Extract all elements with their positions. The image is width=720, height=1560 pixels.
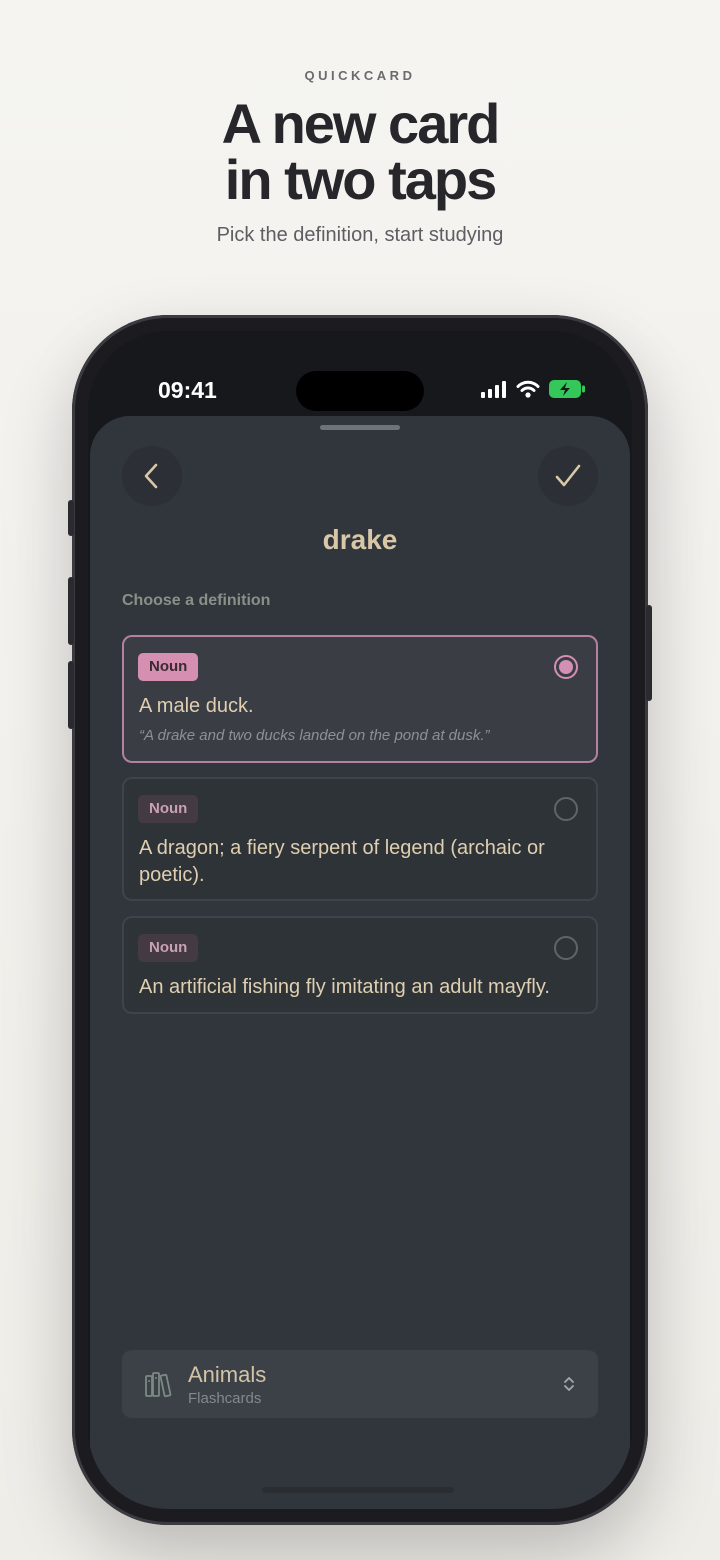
chevron-up-down-icon <box>564 1377 574 1391</box>
section-label: Choose a definition <box>122 592 271 609</box>
home-indicator[interactable] <box>262 1487 454 1493</box>
status-icons <box>480 379 586 399</box>
subhead: Pick the definition, start studying <box>216 224 504 246</box>
silent-switch <box>68 500 74 536</box>
back-button[interactable] <box>122 446 182 506</box>
checkmark-icon <box>555 464 581 487</box>
eyebrow-label: QUICKCARD <box>304 68 416 83</box>
chevron-left-icon <box>144 463 158 489</box>
part-of-speech-badge: Noun <box>138 653 199 681</box>
dynamic-island <box>296 371 424 411</box>
definition-option[interactable]: Noun A dragon; a fiery serpent of legend… <box>122 777 598 901</box>
deck-selector[interactable]: Animals Flashcards <box>122 1350 598 1418</box>
headline: A new card in two taps <box>0 96 720 208</box>
power-button <box>646 605 652 701</box>
phone-frame: 09:41 drake Choose a definition Noun A m… <box>68 315 652 1525</box>
part-of-speech-badge: Noun <box>138 795 199 823</box>
radio-selected[interactable] <box>554 655 578 679</box>
radio-unselected[interactable] <box>554 797 578 821</box>
books-icon <box>145 1372 172 1398</box>
definition-example: “A drake and two ducks landed on the pon… <box>139 727 490 744</box>
signal-icon <box>481 381 506 398</box>
battery-charging-icon <box>549 380 585 398</box>
sheet-grabber[interactable] <box>320 425 400 430</box>
wifi-icon <box>516 380 540 398</box>
phone-screen: 09:41 drake Choose a definition Noun A m… <box>88 331 632 1509</box>
headline-line-1: A new card <box>221 92 501 155</box>
definition-sheet: drake Choose a definition Noun A male du… <box>90 416 630 1509</box>
status-time: 09:41 <box>158 377 217 403</box>
definition-option[interactable]: Noun An artificial fishing fly imitating… <box>122 916 598 1014</box>
deck-name: Animals <box>188 1362 267 1387</box>
definition-text: An artificial fishing fly imitating an a… <box>139 976 550 998</box>
volume-down-button <box>68 661 74 729</box>
definition-text: A male duck. <box>139 695 254 717</box>
volume-up-button <box>68 577 74 645</box>
word-title: drake <box>322 524 398 555</box>
part-of-speech-badge: Noun <box>138 934 199 962</box>
definition-option[interactable]: Noun A male duck. “A drake and two ducks… <box>122 635 598 763</box>
headline-line-2: in two taps <box>224 148 497 211</box>
confirm-button[interactable] <box>538 446 598 506</box>
deck-type: Flashcards <box>188 1390 262 1407</box>
radio-unselected[interactable] <box>554 936 578 960</box>
definition-text: A dragon; a fiery serpent of legend (arc… <box>139 837 545 886</box>
